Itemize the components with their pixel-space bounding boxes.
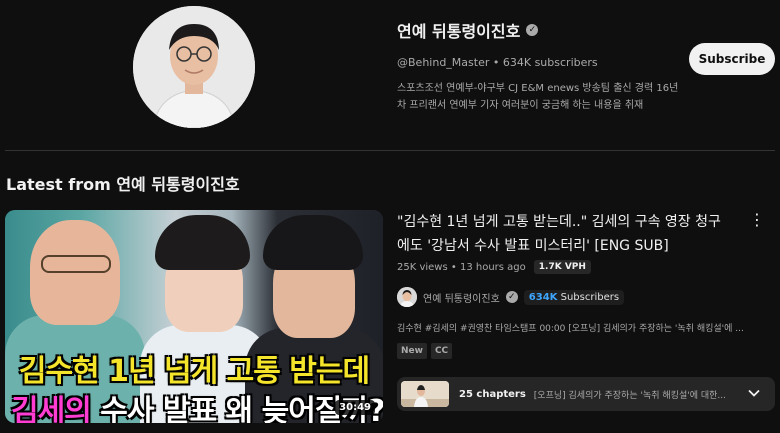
chevron-down-icon[interactable] <box>747 386 761 400</box>
badge-new: New <box>397 343 427 359</box>
video-views-age: 25K views • 13 hours ago <box>397 261 526 273</box>
badge-cc: CC <box>430 343 453 359</box>
thumbnail-caption-accent: 김세의 <box>11 394 92 423</box>
chapter-thumbnail <box>401 381 449 407</box>
video-channel-name[interactable]: 연예 뒤통령이진호 <box>423 290 500 305</box>
channel-avatar[interactable] <box>133 6 255 128</box>
video-channel-avatar[interactable] <box>397 287 417 307</box>
channel-name[interactable]: 연예 뒤통령이진호 <box>397 18 520 42</box>
channel-description[interactable]: 스포츠조선 연예부-야구부 CJ E&M enews 방송팀 출신 경력 16년… <box>397 80 682 114</box>
subscribe-button[interactable]: Subscribe <box>689 43 775 75</box>
thumbnail-caption-line-2: 김세의 수사 발표 왜 늦어질까? <box>5 386 383 423</box>
section-title: Latest from 연예 뒤통령이진호 <box>6 175 240 194</box>
video-description[interactable]: 김수현 #김세의 #권영찬 타임스탬프 00:00 [오프닝] 김세의가 주장하… <box>397 321 777 334</box>
vph-badge: 1.7K VPH <box>533 260 591 274</box>
verified-check-icon: ✓ <box>526 24 539 36</box>
chapters-count: 25 chapters <box>459 388 526 400</box>
channel-subscribers: 634K subscribers <box>502 56 598 69</box>
video-channel-row: 연예 뒤통령이진호 ✓ 634K Subscribers <box>397 287 625 307</box>
channel-handle[interactable]: @Behind_Master <box>397 56 489 69</box>
channel-name-row: 연예 뒤통령이진호 ✓ <box>397 18 682 42</box>
subscribers-pill: 634K Subscribers <box>523 289 625 305</box>
thumbnail-glasses <box>41 255 111 273</box>
video-thumbnail[interactable]: 김수현 1년 넘게 고통 받는데 김세의 수사 발표 왜 늦어질까? 30:49 <box>5 210 383 423</box>
subscribers-label: Subscribers <box>560 291 620 303</box>
video-age: 13 hours ago <box>459 261 526 273</box>
video-title[interactable]: "김수현 1년 넘게 고통 받는데.." 김세의 구속 영장 청구에도 '강남서… <box>397 210 727 258</box>
chapters-first-title: [오프닝] 김세의가 주장하는 '녹취 해킹설'에 대한... <box>533 390 726 401</box>
thumbnail-caption-line-1: 김수현 1년 넘게 고통 받는데 <box>18 354 370 389</box>
meta-separator: • <box>492 56 503 69</box>
chapters-bar[interactable]: 25 chapters [오프닝] 김세의가 주장하는 '녹취 해킹설'에 대한… <box>397 377 775 411</box>
verified-check-icon: ✓ <box>505 291 518 303</box>
subscribers-count: 634K <box>528 291 558 303</box>
video-duration: 30:49 <box>335 400 375 415</box>
video-views: 25K views <box>397 261 448 273</box>
video-badges: New CC <box>397 343 453 359</box>
video-meta: 25K views • 13 hours ago 1.7K VPH <box>397 260 591 274</box>
channel-avatar-image <box>133 6 255 128</box>
divider <box>5 150 775 151</box>
channel-info: 연예 뒤통령이진호 ✓ @Behind_Master • 634K subscr… <box>397 18 682 114</box>
channel-meta: @Behind_Master • 634K subscribers <box>397 56 682 69</box>
more-vert-icon[interactable]: ⋮ <box>749 210 765 230</box>
chapter-thumbnail-image <box>401 381 449 407</box>
mini-avatar-image <box>397 287 417 307</box>
